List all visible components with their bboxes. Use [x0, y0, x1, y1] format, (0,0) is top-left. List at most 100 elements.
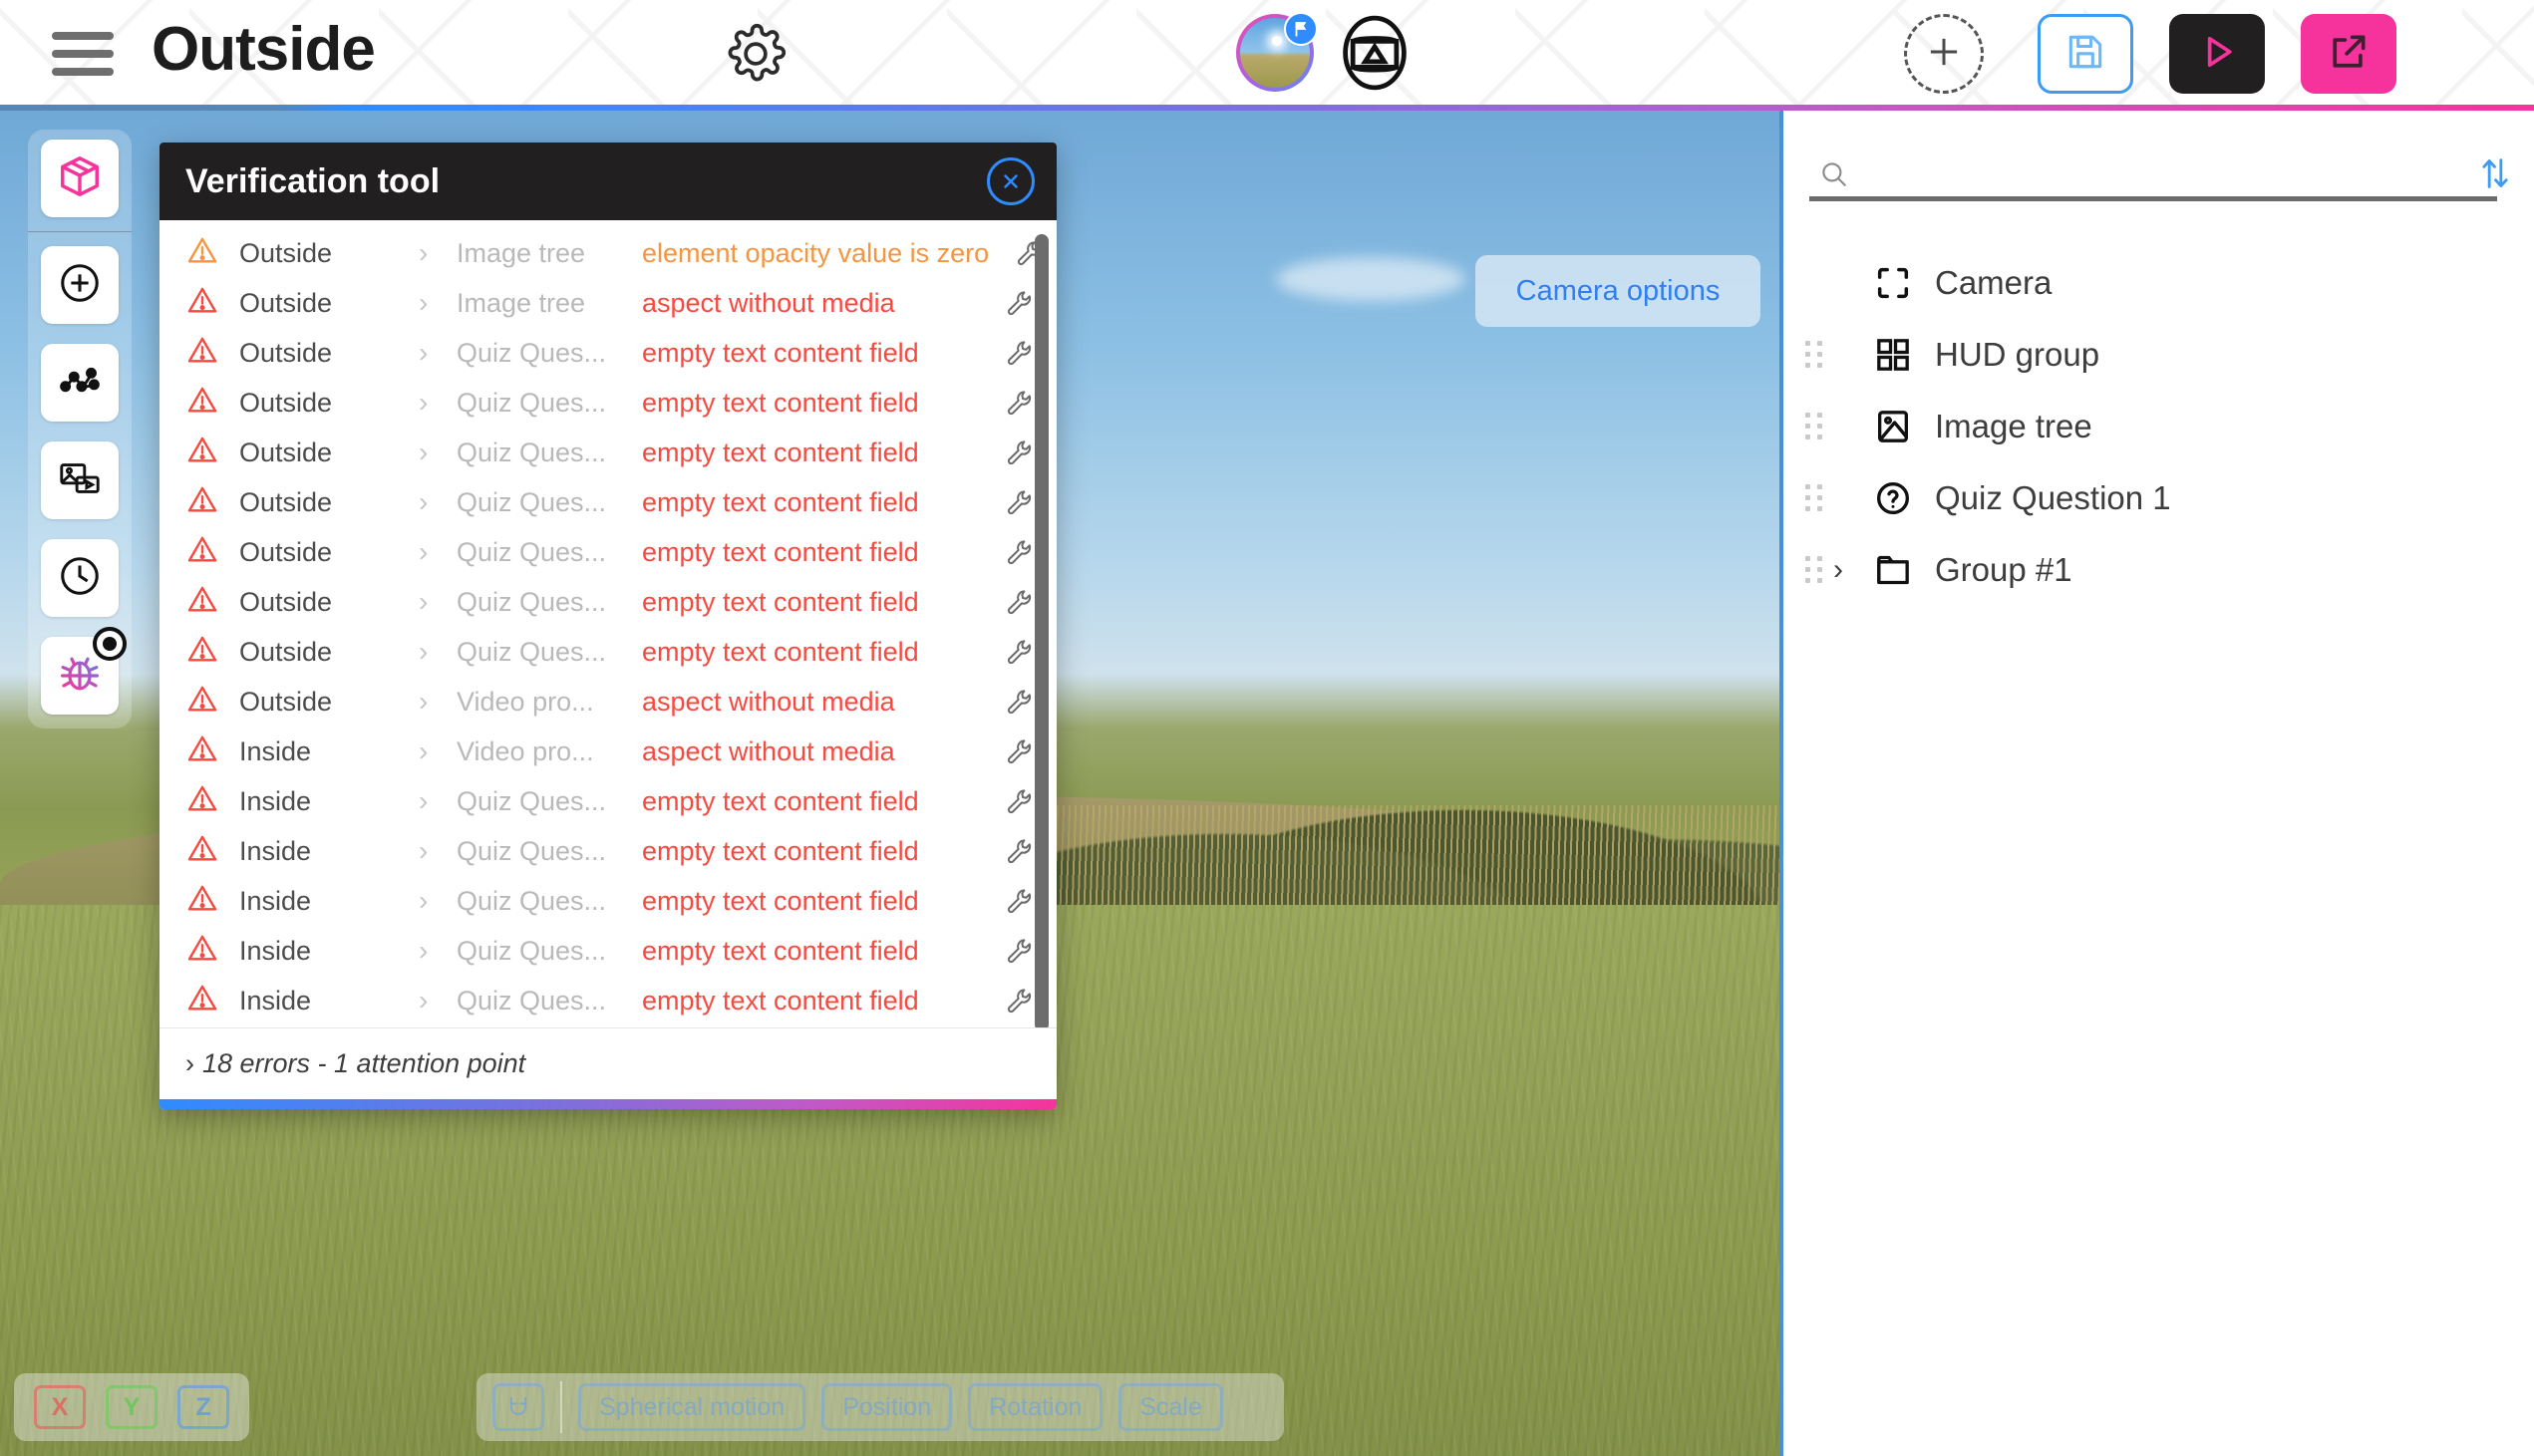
verification-row[interactable]: Outside › Image tree aspect without media: [159, 278, 1057, 328]
sort-arrows-icon[interactable]: [2475, 151, 2515, 200]
hamburger-icon[interactable]: [52, 32, 114, 76]
tree-item-label: Image tree: [1935, 408, 2092, 444]
tool-add-element[interactable]: [41, 246, 119, 324]
image-video-icon: [57, 455, 103, 506]
verification-row[interactable]: Outside › Image tree element opacity value …: [159, 228, 1057, 278]
verification-footer[interactable]: › 18 errors - 1 attention point: [159, 1027, 1057, 1099]
verification-row[interactable]: Inside›Quiz Ques...empty text content fi…: [159, 826, 1057, 876]
verification-row[interactable]: Inside › Video pro... aspect without media: [159, 727, 1057, 776]
preview-button[interactable]: [2169, 14, 2265, 94]
wrench-icon[interactable]: [979, 487, 1035, 517]
wrench-icon[interactable]: [979, 986, 1035, 1016]
drag-handle-icon[interactable]: [1801, 338, 1827, 372]
issue-element: Quiz Ques...: [457, 885, 607, 916]
tool-3d-object[interactable]: [41, 140, 119, 217]
issue-scene: Inside: [239, 735, 312, 766]
expand-chevron-icon[interactable]: ›: [1833, 553, 1867, 587]
wrench-icon[interactable]: [979, 936, 1035, 966]
issue-scene: Outside: [239, 237, 333, 268]
plus-icon: [1923, 31, 1965, 78]
severity-error-icon: [185, 931, 239, 972]
verification-row[interactable]: Outside › Quiz Ques... empty text content f…: [159, 378, 1057, 428]
save-button[interactable]: [2038, 14, 2133, 94]
verification-row[interactable]: Outside › Quiz Ques... empty text content f…: [159, 527, 1057, 577]
severity-error-icon: [185, 433, 239, 473]
verification-row[interactable]: Inside›Quiz Ques...empty text content fi…: [159, 976, 1057, 1025]
scene-thumbnail[interactable]: [1236, 12, 1318, 92]
transform-mode-spherical-motion[interactable]: Spherical motion: [578, 1383, 806, 1431]
tree-item[interactable]: ›Quiz Question 1: [1783, 462, 2534, 534]
wrench-icon[interactable]: [979, 587, 1035, 617]
chevron-right-icon: ›: [419, 636, 429, 667]
transform-mode-rotation[interactable]: Rotation: [968, 1383, 1104, 1431]
tree-item-label: Quiz Question 1: [1935, 479, 2171, 516]
verification-row[interactable]: Outside › Video pro... aspect without media: [159, 677, 1057, 727]
share-button[interactable]: [2301, 14, 2396, 94]
verification-row[interactable]: Outside › Quiz Ques... empty text content f…: [159, 477, 1057, 527]
verification-accent-bar: [159, 1099, 1057, 1109]
panorama-button[interactable]: [1334, 12, 1416, 94]
axis-toggle-x[interactable]: X: [34, 1385, 86, 1429]
camera-options-button[interactable]: Camera options: [1475, 255, 1760, 327]
wrench-icon[interactable]: [979, 288, 1035, 318]
verification-row[interactable]: Inside›Quiz Ques...empty text content fi…: [159, 876, 1057, 926]
external-link-icon: [2327, 30, 2371, 79]
tree-item[interactable]: › Group #1: [1783, 534, 2534, 606]
wrench-icon[interactable]: [979, 388, 1035, 418]
tool-media[interactable]: [41, 441, 119, 519]
axis-toggle-y[interactable]: Y: [106, 1385, 158, 1429]
issue-element: Quiz Ques...: [457, 935, 607, 966]
verification-row[interactable]: Inside›Quiz Ques...empty text content fi…: [159, 776, 1057, 826]
wrench-icon[interactable]: [979, 836, 1035, 866]
axis-toggle-z[interactable]: Z: [177, 1385, 229, 1429]
wrench-icon[interactable]: [979, 687, 1035, 717]
severity-error-icon: [185, 831, 239, 872]
drag-handle-icon[interactable]: [1801, 553, 1827, 587]
verification-scrollbar[interactable]: [1035, 234, 1049, 1027]
severity-error-icon: [185, 582, 239, 623]
add-button[interactable]: [1904, 14, 1984, 94]
issue-message: aspect without media: [642, 735, 895, 766]
tree-item[interactable]: ›Image tree: [1783, 391, 2534, 462]
verification-row[interactable]: Inside›Quiz Ques...empty text content fi…: [159, 926, 1057, 976]
cube-icon: [57, 153, 103, 204]
verification-row[interactable]: Outside › Quiz Ques... empty text content f…: [159, 328, 1057, 378]
transform-mode-position[interactable]: Position: [821, 1383, 953, 1431]
verification-row[interactable]: Outside › Quiz Ques... empty text content f…: [159, 577, 1057, 627]
transform-mode-scale[interactable]: Scale: [1118, 1383, 1223, 1431]
tree-item-label: HUD group: [1935, 336, 2100, 373]
footer-chevron-icon: ›: [185, 1048, 194, 1078]
tool-timeline[interactable]: [41, 539, 119, 617]
wrench-icon[interactable]: [979, 786, 1035, 816]
verification-row[interactable]: Outside › Quiz Ques... empty text content f…: [159, 627, 1057, 677]
top-bar-accent: [0, 105, 2534, 111]
tree-item-label: Group #1: [1935, 551, 2072, 588]
issue-scene: Inside: [239, 935, 312, 966]
tool-node-graph[interactable]: [41, 344, 119, 422]
issue-scene: Inside: [239, 985, 312, 1016]
drag-handle-icon[interactable]: [1801, 481, 1827, 515]
chevron-right-icon: ›: [419, 935, 429, 966]
record-badge-icon: [93, 627, 127, 661]
close-icon[interactable]: [987, 157, 1035, 205]
issue-scene: Outside: [239, 287, 333, 318]
tree-item[interactable]: ›HUD group: [1783, 319, 2534, 391]
search-input[interactable]: [1809, 146, 2497, 201]
settings-button[interactable]: [724, 22, 788, 86]
wrench-icon[interactable]: [979, 338, 1035, 368]
wrench-icon[interactable]: [979, 537, 1035, 567]
scene-tree[interactable]: ›Camera›HUD group›Image tree›Quiz Questi…: [1783, 247, 2534, 606]
tree-item[interactable]: ›Camera: [1783, 247, 2534, 319]
tool-debug[interactable]: [41, 627, 127, 715]
verification-issue-list[interactable]: Outside › Image tree element opacity value …: [159, 220, 1057, 1027]
magnet-icon[interactable]: [492, 1383, 544, 1431]
issue-element: Quiz Ques...: [457, 835, 607, 866]
drag-handle-icon[interactable]: [1801, 410, 1827, 443]
issue-element: Quiz Ques...: [457, 486, 607, 517]
wrench-icon[interactable]: [979, 886, 1035, 916]
wrench-icon[interactable]: [979, 637, 1035, 667]
verification-row[interactable]: Inside›Quiz Ques...empty text content fi…: [159, 1025, 1057, 1027]
wrench-icon[interactable]: [979, 437, 1035, 467]
verification-row[interactable]: Outside › Quiz Ques... empty text content f…: [159, 428, 1057, 477]
wrench-icon[interactable]: [979, 736, 1035, 766]
